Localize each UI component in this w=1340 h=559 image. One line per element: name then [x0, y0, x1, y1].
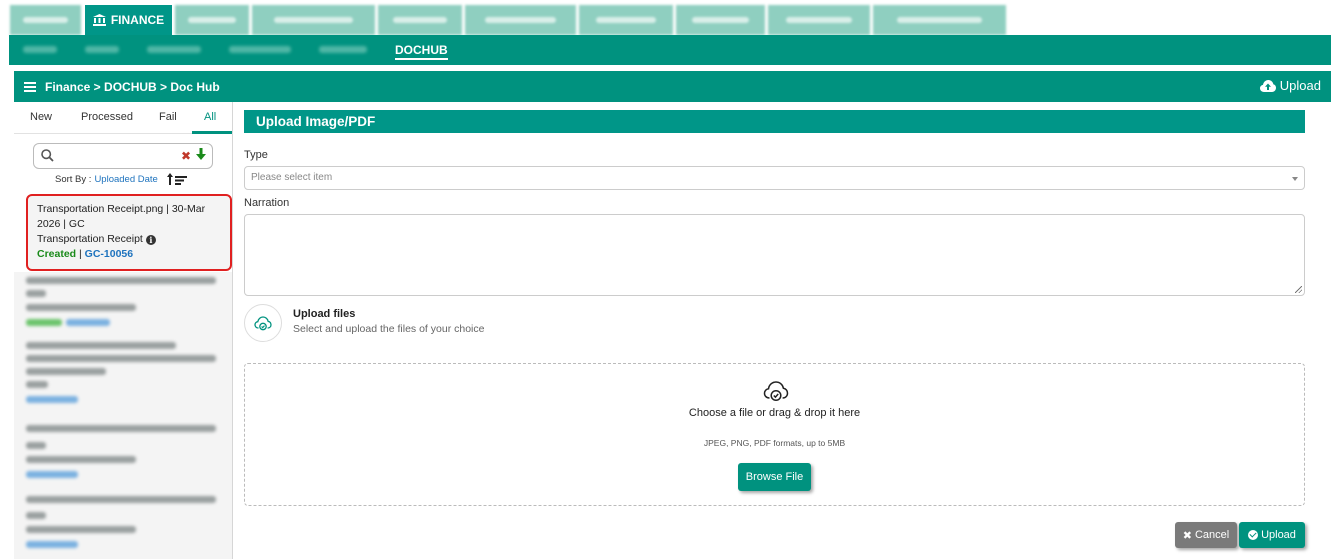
- resize-handle-icon[interactable]: [1295, 286, 1302, 293]
- tab-processed[interactable]: Processed: [81, 111, 133, 123]
- type-select[interactable]: Please select item: [244, 166, 1305, 190]
- narration-label: Narration: [244, 197, 290, 209]
- submenu-bar: DOCHUB: [9, 35, 1331, 65]
- module-tab-blurred[interactable]: [768, 5, 871, 35]
- cancel-button-label: Cancel: [1194, 529, 1230, 541]
- document-card-type: Transportation Receipt i: [37, 232, 221, 247]
- document-list-panel: New Processed Fail All ✖ Sort By : Uploa…: [14, 102, 233, 559]
- search-icon: [41, 149, 54, 162]
- dropzone-instructions: Choose a file or drag & drop it here: [688, 407, 861, 419]
- file-dropzone[interactable]: Choose a file or drag & drop it here JPE…: [244, 363, 1305, 506]
- document-card-title: Transportation Receipt.png | 30-Mar 2026…: [37, 203, 206, 230]
- info-icon[interactable]: i: [145, 235, 156, 245]
- header-upload-label: Upload: [1279, 78, 1321, 93]
- document-type-label: Transportation Receipt: [37, 233, 143, 245]
- document-list-blurred: [14, 272, 232, 559]
- upload-button-label: Upload: [1261, 529, 1296, 541]
- search-input[interactable]: ✖: [33, 143, 213, 169]
- breadcrumb: Finance > DOCHUB > Doc Hub: [45, 79, 220, 94]
- submenu-item-blurred[interactable]: [229, 46, 291, 53]
- cancel-button[interactable]: ✖ Cancel: [1175, 522, 1237, 548]
- reference-link[interactable]: GC-10056: [85, 248, 133, 260]
- upload-files-title: Upload files: [293, 308, 356, 320]
- module-tab-finance-label: FINANCE: [110, 13, 165, 27]
- sort-ascending-icon[interactable]: [166, 173, 189, 185]
- module-tab-blurred[interactable]: [10, 5, 82, 35]
- cloud-upload-icon: [1259, 79, 1276, 92]
- clear-search-icon[interactable]: ✖: [181, 149, 191, 163]
- cloud-check-icon: [763, 381, 789, 402]
- narration-textarea[interactable]: [244, 214, 1305, 296]
- module-tab-finance[interactable]: FINANCE: [85, 5, 173, 35]
- cloud-check-icon: [254, 316, 272, 331]
- header-upload-button[interactable]: Upload: [1259, 78, 1321, 93]
- close-icon: ✖: [1182, 529, 1192, 542]
- breadcrumb-bar: Finance > DOCHUB > Doc Hub Upload: [14, 71, 1331, 102]
- sort-row: Sort By : Uploaded Date: [55, 173, 189, 185]
- submenu-item-blurred[interactable]: [23, 46, 57, 53]
- module-tab-blurred[interactable]: [579, 5, 674, 35]
- tab-fail[interactable]: Fail: [159, 111, 177, 123]
- bank-icon: [92, 14, 106, 26]
- upload-files-icon-circle: [244, 304, 282, 342]
- download-arrow-icon[interactable]: [196, 148, 206, 160]
- status-separator: |: [76, 248, 85, 260]
- dropzone-formats: JPEG, PNG, PDF formats, up to 5MB: [703, 438, 846, 448]
- module-tab-bar: FINANCE: [0, 0, 1340, 35]
- module-tab-blurred[interactable]: [252, 5, 376, 35]
- tab-new[interactable]: New: [30, 111, 52, 123]
- status-badge: Created: [37, 248, 77, 260]
- sort-field-link[interactable]: Uploaded Date: [94, 174, 157, 185]
- submenu-item-blurred[interactable]: [147, 46, 201, 53]
- status-filter-tabs: New Processed Fail All: [14, 102, 233, 134]
- chevron-down-icon: [1292, 177, 1298, 181]
- document-card-status-row: Created | GC-10056: [37, 247, 221, 262]
- submenu-item-blurred[interactable]: [85, 46, 119, 53]
- sort-label: Sort By :: [55, 173, 92, 185]
- upload-button[interactable]: Upload: [1239, 522, 1305, 548]
- module-tab-blurred[interactable]: [378, 5, 463, 35]
- module-tab-blurred[interactable]: [465, 5, 577, 35]
- module-tab-blurred[interactable]: [676, 5, 766, 35]
- document-card-selected[interactable]: Transportation Receipt.png | 30-Mar 2026…: [26, 194, 232, 271]
- upload-files-subtitle: Select and upload the files of your choi…: [293, 323, 485, 335]
- submenu-item-blurred[interactable]: [319, 46, 367, 53]
- type-label: Type: [244, 149, 268, 161]
- tab-all[interactable]: All: [204, 111, 216, 123]
- module-tab-blurred[interactable]: [873, 5, 1007, 35]
- type-select-placeholder: Please select item: [251, 172, 333, 183]
- hamburger-menu-icon[interactable]: [24, 81, 36, 92]
- active-tab-indicator: [192, 131, 232, 134]
- module-tab-blurred[interactable]: [175, 5, 250, 35]
- browse-file-button[interactable]: Browse File: [738, 463, 811, 491]
- submenu-item-dochub[interactable]: DOCHUB: [395, 43, 448, 60]
- check-circle-icon: [1248, 530, 1259, 540]
- upload-section-title: Upload Image/PDF: [244, 110, 1305, 133]
